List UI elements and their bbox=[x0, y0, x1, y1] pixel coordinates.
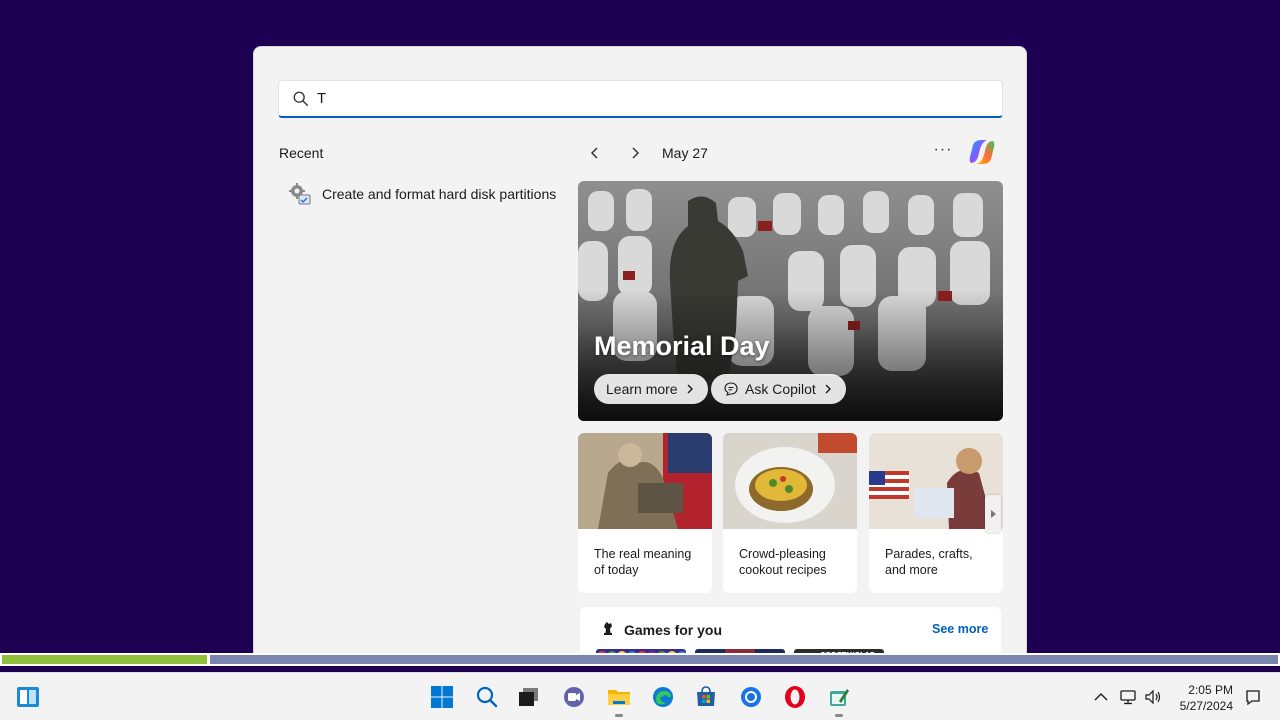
chess-piece-icon bbox=[604, 622, 612, 635]
widgets-button[interactable] bbox=[15, 684, 41, 710]
teams-icon bbox=[564, 687, 584, 707]
chevron-right-icon bbox=[632, 147, 640, 159]
widgets-icon bbox=[17, 687, 39, 707]
task-view-button[interactable] bbox=[516, 684, 542, 710]
task-view-icon bbox=[519, 688, 538, 706]
chat-bubble-icon bbox=[724, 382, 738, 396]
see-more-link[interactable]: See more bbox=[932, 622, 988, 636]
notepad-icon bbox=[830, 689, 849, 706]
notepad-button[interactable] bbox=[826, 684, 852, 717]
search-flyout: Recent Create and format hard disk parti… bbox=[253, 46, 1027, 660]
next-button[interactable] bbox=[625, 143, 645, 163]
store-button[interactable] bbox=[693, 684, 719, 710]
hero-card-memorial-day[interactable]: Memorial Day Learn more Ask Copilot bbox=[578, 181, 1003, 421]
opera-button[interactable] bbox=[782, 684, 808, 710]
caret-right-icon bbox=[991, 510, 996, 518]
teams-button[interactable] bbox=[561, 684, 587, 710]
chrome-icon bbox=[741, 687, 761, 707]
copilot-icon[interactable] bbox=[967, 137, 997, 167]
card-caption: The real meaning of today bbox=[594, 547, 692, 577]
card-caption: Parades, crafts, and more bbox=[885, 547, 973, 577]
highlights-date: May 27 bbox=[662, 145, 708, 161]
clock-time: 2:05 PM bbox=[1188, 683, 1233, 697]
clock-date: 5/27/2024 bbox=[1179, 699, 1233, 713]
ask-copilot-button[interactable]: Ask Copilot bbox=[711, 374, 846, 404]
chrome-button[interactable] bbox=[738, 684, 764, 710]
ask-copilot-label: Ask Copilot bbox=[745, 381, 816, 397]
edge-button[interactable] bbox=[650, 684, 676, 710]
chevron-left-icon bbox=[590, 147, 598, 159]
card-real-meaning[interactable]: The real meaning of today bbox=[578, 433, 712, 593]
network-icon[interactable] bbox=[1118, 687, 1138, 707]
kid-crafts-photo-image bbox=[869, 433, 1003, 529]
volume-icon[interactable] bbox=[1143, 687, 1163, 707]
progress-segment-blue bbox=[210, 655, 1278, 664]
start-icon bbox=[431, 686, 453, 708]
disk-management-icon bbox=[289, 183, 311, 205]
more-options-button[interactable]: ··· bbox=[932, 141, 954, 163]
taskbar-search-button[interactable] bbox=[474, 684, 500, 710]
notifications-icon[interactable] bbox=[1243, 687, 1263, 707]
search-box[interactable] bbox=[278, 80, 1003, 118]
running-indicator bbox=[835, 714, 843, 717]
recent-heading: Recent bbox=[279, 145, 324, 161]
cards-scroll-right-button[interactable] bbox=[985, 495, 1001, 533]
card-parades-crafts[interactable]: Parades, crafts, and more bbox=[869, 433, 1003, 593]
chevron-right-icon bbox=[825, 384, 831, 394]
learn-more-label: Learn more bbox=[606, 381, 678, 397]
card-caption: Crowd-pleasing cookout recipes bbox=[739, 547, 827, 577]
edge-icon bbox=[653, 687, 673, 707]
chevron-right-icon bbox=[687, 384, 693, 394]
progress-strip bbox=[0, 653, 1280, 666]
search-icon bbox=[293, 91, 309, 106]
learn-more-button[interactable]: Learn more bbox=[594, 374, 708, 404]
running-indicator bbox=[615, 714, 623, 717]
search-input[interactable] bbox=[317, 83, 977, 114]
previous-button[interactable] bbox=[585, 143, 605, 163]
card-cookout-recipes[interactable]: Crowd-pleasing cookout recipes bbox=[723, 433, 857, 593]
store-icon bbox=[697, 686, 715, 706]
file-explorer-button[interactable] bbox=[606, 684, 632, 717]
opera-icon bbox=[785, 686, 805, 708]
system-clock[interactable]: 2:05 PM 5/27/2024 bbox=[1180, 682, 1233, 714]
search-icon bbox=[476, 686, 498, 708]
recent-item-label: Create and format hard disk partitions bbox=[322, 186, 557, 202]
progress-segment-green bbox=[2, 655, 207, 664]
soldier-photo-image bbox=[578, 433, 712, 529]
food-photo-image bbox=[723, 433, 857, 529]
start-button[interactable] bbox=[429, 684, 455, 710]
chevron-up-icon[interactable] bbox=[1091, 687, 1111, 707]
hero-title: Memorial Day bbox=[594, 331, 770, 361]
games-title: Games for you bbox=[624, 622, 723, 638]
file-explorer-icon bbox=[608, 690, 630, 705]
recent-item-disk-partitions[interactable]: Create and format hard disk partitions bbox=[288, 182, 556, 206]
taskbar: 2:05 PM 5/27/2024 bbox=[0, 672, 1280, 720]
